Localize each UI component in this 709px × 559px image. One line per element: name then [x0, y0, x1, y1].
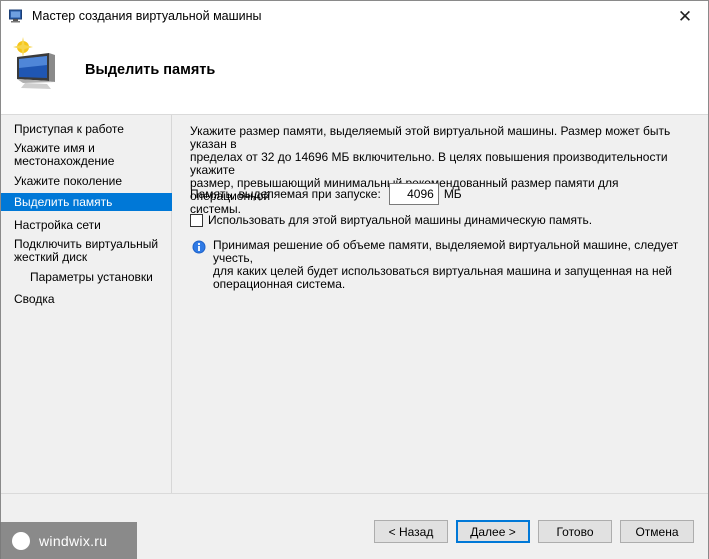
- startup-memory-input[interactable]: [388, 183, 439, 205]
- dynamic-memory-label[interactable]: Использовать для этой виртуальной машины…: [208, 213, 592, 227]
- sidebar-item-installation-options[interactable]: Параметры установки: [1, 271, 172, 284]
- memory-unit-label: МБ: [443, 187, 462, 201]
- sidebar-item-label: Приступая к работе: [14, 122, 124, 136]
- sidebar-item-label: Укажите поколение: [14, 174, 123, 188]
- sidebar-item-virtual-disk[interactable]: Подключить виртуальный жесткий диск: [1, 238, 172, 264]
- sidebar-item-assign-memory[interactable]: Выделить память: [1, 193, 172, 211]
- info-line: операционная система.: [213, 277, 346, 291]
- info-line: Принимая решение об объеме памяти, выдел…: [213, 238, 679, 265]
- title-bar: Мастер создания виртуальной машины ✕: [1, 1, 708, 32]
- sidebar-item-before-you-begin[interactable]: Приступая к работе: [1, 123, 172, 136]
- finish-button[interactable]: Готово: [538, 520, 612, 543]
- watermark-text: windwix.ru: [39, 532, 108, 549]
- startup-memory-row: Память, выделяемая при запуске: МБ: [190, 183, 462, 205]
- description-line: пределах от 32 до 14696 МБ включительно.…: [190, 150, 668, 177]
- sidebar-item-networking[interactable]: Настройка сети: [1, 219, 172, 232]
- description-line: Укажите размер памяти, выделяемый этой в…: [190, 124, 671, 151]
- cancel-button[interactable]: Отмена: [620, 520, 694, 543]
- sidebar-item-name-location[interactable]: Укажите имя и местонахождение: [1, 142, 172, 168]
- vm-app-icon: [9, 9, 22, 23]
- wizard-window: Мастер создания виртуальной машины ✕ Выд…: [0, 0, 709, 559]
- sidebar-item-label-line2: жесткий диск: [14, 250, 88, 264]
- watermark-logo-icon: [12, 531, 30, 550]
- info-text: Принимая решение об объеме памяти, выдел…: [213, 239, 695, 291]
- dynamic-memory-row: Использовать для этой виртуальной машины…: [190, 212, 592, 228]
- sidebar-item-label: Сводка: [14, 292, 55, 306]
- sidebar-item-label: Параметры установки: [30, 270, 153, 284]
- page-title: Выделить память: [85, 62, 216, 78]
- sidebar-item-generation[interactable]: Укажите поколение: [1, 175, 172, 188]
- wizard-header: Выделить память: [1, 32, 708, 115]
- sidebar-item-label-line2: местонахождение: [14, 154, 115, 168]
- sidebar-item-label: Настройка сети: [14, 218, 101, 232]
- window-title: Мастер создания виртуальной машины: [32, 9, 262, 23]
- close-button[interactable]: ✕: [662, 1, 708, 32]
- wizard-content: Укажите размер памяти, выделяемый этой в…: [173, 115, 708, 493]
- startup-memory-label: Память, выделяемая при запуске:: [190, 187, 381, 201]
- next-button[interactable]: Далее >: [456, 520, 530, 543]
- close-icon: ✕: [677, 6, 693, 26]
- wizard-steps-sidebar: Приступая к работе Укажите имя и местона…: [1, 115, 172, 493]
- info-icon: [192, 240, 206, 254]
- back-button[interactable]: < Назад: [374, 520, 448, 543]
- sidebar-item-summary[interactable]: Сводка: [1, 293, 172, 306]
- watermark: windwix.ru: [0, 522, 137, 559]
- dynamic-memory-checkbox[interactable]: [190, 213, 203, 227]
- sidebar-item-label: Выделить память: [14, 195, 113, 209]
- vm-wizard-icon: [13, 37, 55, 89]
